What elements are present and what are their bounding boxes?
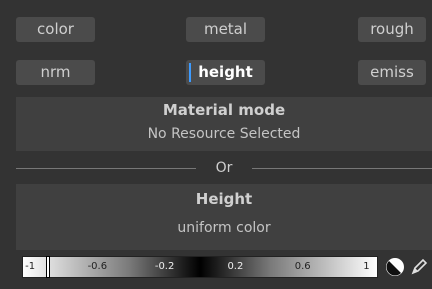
channel-label: emiss	[370, 63, 414, 81]
ramp-marker[interactable]	[45, 256, 50, 278]
channel-label: rough	[370, 20, 414, 38]
height-ramp[interactable]: -1 -0.6 -0.2 0.2 0.6 1	[22, 256, 378, 278]
height-panel[interactable]: Height uniform color	[16, 184, 432, 250]
channel-height-button[interactable]: height	[186, 60, 265, 85]
channel-metal-button[interactable]: metal	[186, 17, 265, 42]
height-title: Height	[195, 190, 253, 208]
tick-label: 0.2	[227, 261, 244, 272]
channel-color-button[interactable]: color	[16, 17, 95, 42]
height-mode-value: uniform color	[177, 220, 271, 236]
or-separator: Or	[16, 157, 432, 179]
pencil-icon[interactable]	[408, 256, 430, 278]
material-mode-title: Material mode	[162, 101, 286, 119]
channel-label: color	[37, 20, 74, 38]
channel-emiss-button[interactable]: emiss	[358, 60, 426, 85]
color-picker-circle-icon[interactable]	[384, 256, 406, 278]
tick-label: -1	[25, 261, 36, 272]
tick-label: -0.2	[154, 261, 175, 272]
material-mode-panel[interactable]: Material mode No Resource Selected	[16, 97, 432, 151]
separator-label: Or	[215, 160, 233, 176]
channel-label: nrm	[40, 63, 71, 81]
pencil-svg	[411, 258, 428, 275]
color-picker-circle-svg	[386, 258, 404, 276]
channel-rough-button[interactable]: rough	[358, 17, 426, 42]
channel-label: metal	[203, 20, 248, 38]
tick-label: 1	[363, 261, 370, 272]
material-resource-value: No Resource Selected	[147, 126, 301, 142]
tick-label: -0.6	[87, 261, 108, 272]
channel-label: height	[198, 63, 253, 81]
tick-label: 0.6	[294, 261, 311, 272]
channel-nrm-button[interactable]: nrm	[16, 60, 95, 85]
